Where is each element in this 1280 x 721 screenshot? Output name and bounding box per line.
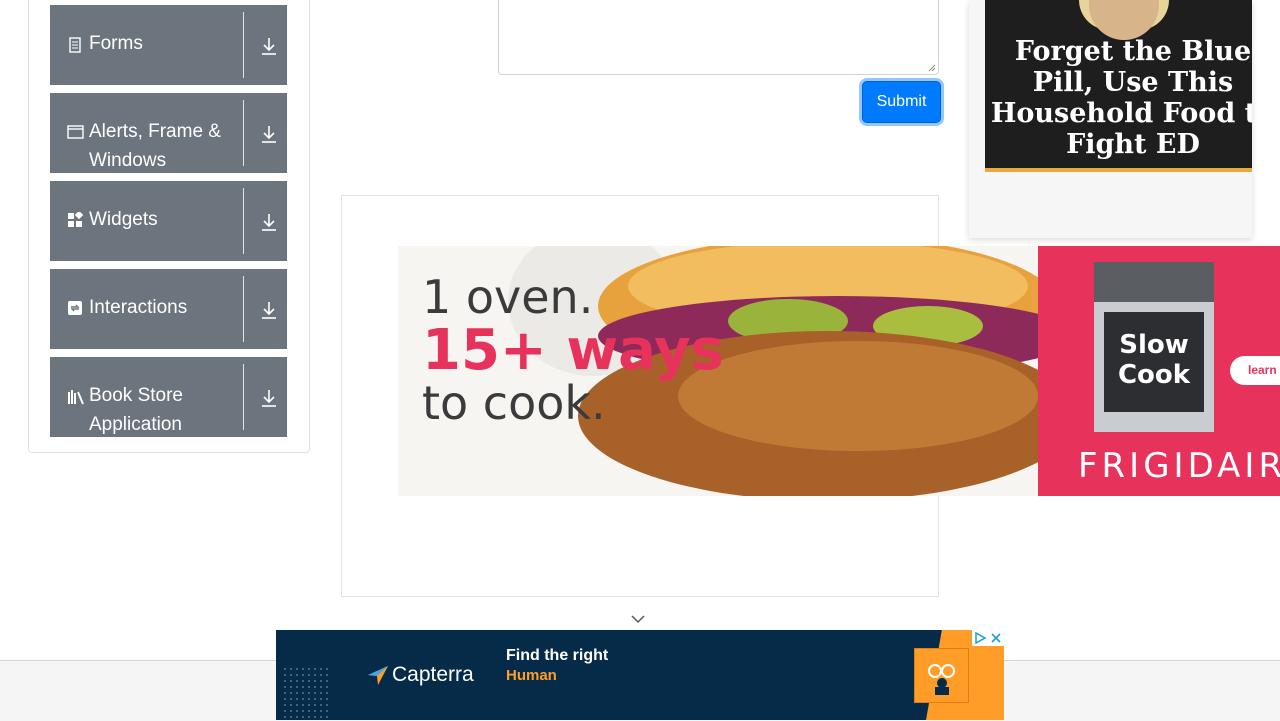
divider [243,364,244,430]
blue-pill-ad[interactable]: Forget the Blue Pill, Use This Household… [969,0,1252,238]
download-icon[interactable] [260,36,278,56]
address-textarea[interactable] [498,0,939,75]
capterra-ad[interactable]: Capterra Find the right Human [276,630,1004,720]
group-label: Forms [89,33,143,54]
group-header-book-store[interactable]: Book Store Application [50,357,287,437]
ad-accent-stripe [985,168,1252,172]
download-icon[interactable] [260,300,278,320]
book-icon [67,389,85,405]
group-label: Alerts, Frame & Windows [89,121,221,171]
ad-headline[interactable]: Forget the Blue Pill, Use This Household… [985,36,1252,160]
capterra-logo: Capterra [392,663,474,686]
learn-more-button[interactable]: learn [1230,356,1280,385]
divider [243,276,244,342]
ad-tagline: Find the right [506,647,609,664]
chevron-down-icon[interactable] [631,614,645,624]
widgets-icon [67,210,84,228]
download-icon[interactable] [260,212,278,232]
slow-cook-label: Slow Cook [1117,330,1191,390]
adchoices-icon[interactable] [972,630,1004,646]
group-label: Widgets [89,209,158,230]
ad-tagline-highlight: Human [506,667,557,684]
capterra-logo-icon [368,666,388,685]
form-icon [67,37,83,53]
people-icon [914,648,969,703]
dot-pattern [282,666,328,720]
group-header-forms[interactable]: Forms [50,5,287,85]
group-header-alerts[interactable]: Alerts, Frame & Windows [50,93,287,173]
ad-line-2: 15+ ways [422,318,724,383]
ad-line-1: 1 oven. [422,270,594,324]
group-label: Book Store Application [89,385,183,435]
divider [243,100,244,166]
frigidaire-ad[interactable]: 1 oven. 15+ ways to cook. Slow Cook FRIG… [398,246,1280,496]
ad-line-3: to cook. [422,376,606,430]
divider [243,188,244,254]
divider [243,12,244,78]
group-header-widgets[interactable]: Widgets [50,181,287,261]
resize-grip-icon[interactable] [928,64,936,72]
window-icon [67,124,84,140]
submit-button[interactable]: Submit [862,81,941,123]
group-label: Interactions [89,297,188,318]
group-header-interactions[interactable]: Interactions [50,269,287,349]
download-icon[interactable] [260,388,278,408]
interactions-icon [67,300,83,316]
download-icon[interactable] [260,124,278,144]
frigidaire-logo: FRIGIDAIRE [1078,446,1280,486]
